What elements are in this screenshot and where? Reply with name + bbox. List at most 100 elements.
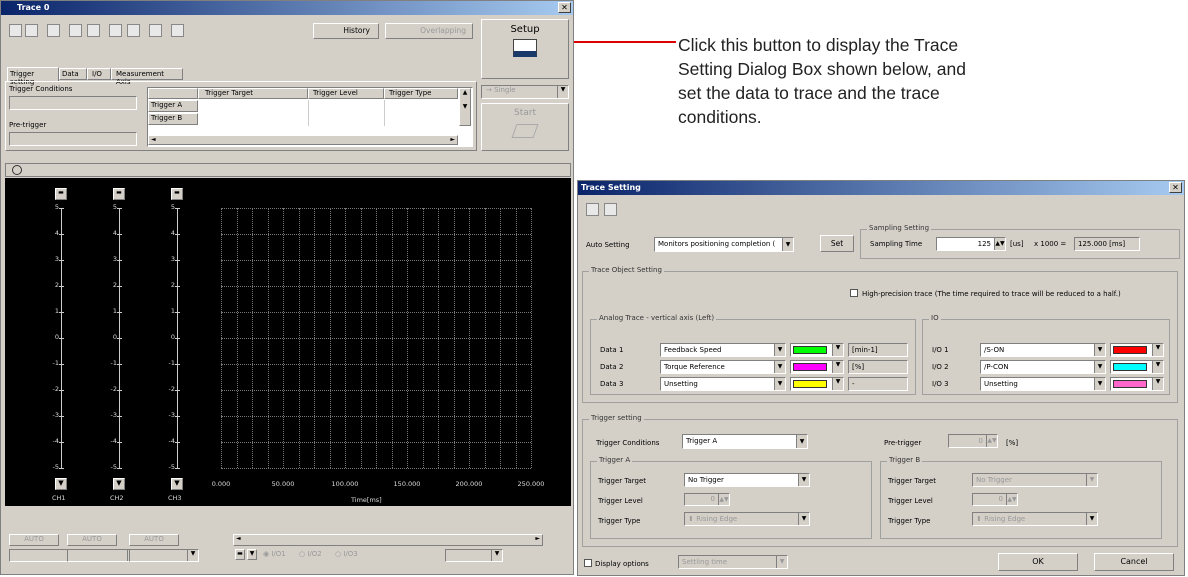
sampling-unit: [us] bbox=[1010, 240, 1024, 248]
table-vscroll[interactable]: ▲ ▼ bbox=[459, 88, 471, 126]
ok-button[interactable]: OK bbox=[998, 553, 1078, 571]
ch2-down-button[interactable]: ▼ bbox=[113, 478, 125, 490]
trigger-b-type-dropdown[interactable]: ⬆ Rising Edge ▼ bbox=[972, 512, 1098, 526]
undo-icon[interactable] bbox=[69, 24, 82, 37]
tab-trigger-setting[interactable]: Trigger setting bbox=[7, 67, 59, 86]
fit-icon[interactable] bbox=[87, 24, 100, 37]
sampling-multiplier: x 1000 = bbox=[1034, 240, 1067, 248]
y-tick-label: -5 bbox=[52, 463, 59, 471]
ch1-down-button[interactable]: ▼ bbox=[55, 478, 67, 490]
callout-line bbox=[560, 41, 676, 43]
io-select-dropdown[interactable]: ▼ bbox=[445, 549, 503, 562]
table-row-trigger-a: Trigger A bbox=[148, 100, 198, 112]
trigger-conditions-dropdown[interactable]: Trigger A ▼ bbox=[682, 434, 808, 449]
auto-setting-dropdown[interactable]: Monitors positioning completion (▼ bbox=[654, 237, 794, 252]
trigger-a-level-label: Trigger Level bbox=[598, 497, 643, 505]
data-signal-dropdown[interactable]: Torque Reference ▼ bbox=[660, 360, 786, 374]
y-tick-mark bbox=[59, 364, 64, 365]
setup-button[interactable]: Setup bbox=[481, 19, 569, 79]
ch1-up-button[interactable]: ▬ bbox=[55, 188, 67, 200]
print-icon[interactable] bbox=[47, 24, 60, 37]
tab-data[interactable]: Data bbox=[59, 68, 87, 80]
io-signal-dropdown[interactable]: Unsetting ▼ bbox=[980, 377, 1106, 391]
grid-line-v bbox=[236, 208, 238, 468]
ch3-auto-button[interactable]: AUTO bbox=[129, 534, 179, 546]
y-tick-label: 0 bbox=[170, 333, 175, 341]
dialog-close-icon[interactable]: ✕ bbox=[1169, 182, 1182, 193]
overlapping-button[interactable]: Overlapping bbox=[385, 23, 473, 39]
ch3-scale-dropdown[interactable]: ▼ bbox=[129, 549, 199, 562]
trigger-a-type-dropdown[interactable]: ⬆ Rising Edge ▼ bbox=[684, 512, 810, 526]
measure-icon[interactable] bbox=[149, 24, 162, 37]
y-tick-mark bbox=[59, 260, 64, 261]
grid-line-v bbox=[283, 208, 284, 468]
table-hscroll[interactable]: ◄ ► bbox=[148, 135, 458, 145]
close-icon[interactable]: ✕ bbox=[558, 2, 571, 13]
y-tick-mark bbox=[175, 364, 180, 365]
data-signal-dropdown[interactable]: Unsetting ▼ bbox=[660, 377, 786, 391]
y-tick-mark bbox=[117, 416, 122, 417]
tab-io[interactable]: I/O bbox=[87, 68, 111, 80]
io-color-picker[interactable]: ▼ bbox=[1110, 343, 1164, 357]
data-row-label: Data 1 bbox=[600, 346, 624, 354]
grid-line-v bbox=[267, 208, 269, 468]
io-signal-dropdown[interactable]: /S-ON ▼ bbox=[980, 343, 1106, 357]
time-hscroll[interactable]: ◄ ► bbox=[233, 534, 543, 546]
data-color-picker[interactable]: ▼ bbox=[790, 377, 844, 391]
zoom-in-icon[interactable] bbox=[109, 24, 122, 37]
io2-radio[interactable]: ○ I/O2 bbox=[299, 550, 322, 558]
data-signal-dropdown[interactable]: Feedback Speed ▼ bbox=[660, 343, 786, 357]
dialog-open-icon[interactable] bbox=[586, 203, 599, 216]
data-color-picker[interactable]: ▼ bbox=[790, 360, 844, 374]
scroll-step-button[interactable]: ▼ bbox=[247, 549, 257, 560]
grid-line-v bbox=[407, 208, 408, 468]
y-tick-label: 2 bbox=[170, 281, 175, 289]
ch3-down-button[interactable]: ▼ bbox=[171, 478, 183, 490]
grid-line-v bbox=[329, 208, 331, 468]
y-tick-mark bbox=[117, 468, 122, 469]
ch2-auto-button[interactable]: AUTO bbox=[67, 534, 117, 546]
io1-radio[interactable]: ◉ I/O1 bbox=[263, 550, 286, 558]
pretrigger-input[interactable]: 0 ▲▼ bbox=[948, 434, 998, 448]
trigger-a-level-input[interactable]: 0 ▲▼ bbox=[684, 493, 730, 506]
io-signal-dropdown[interactable]: /P-CON ▼ bbox=[980, 360, 1106, 374]
grid-line-v bbox=[422, 208, 424, 468]
scroll-down-button[interactable]: ▬ bbox=[235, 549, 245, 560]
tab-measurement-axis[interactable]: Measurement Axis bbox=[111, 68, 183, 86]
data-color-picker[interactable]: ▼ bbox=[790, 343, 844, 357]
ch1-auto-button[interactable]: AUTO bbox=[9, 534, 59, 546]
sampling-time-input[interactable]: 125 ▲▼ bbox=[936, 237, 1006, 251]
start-button[interactable]: Start bbox=[481, 103, 569, 151]
y-tick-mark bbox=[59, 390, 64, 391]
grid-line-v bbox=[298, 208, 300, 468]
ch2-up-button[interactable]: ▬ bbox=[113, 188, 125, 200]
high-precision-checkbox[interactable]: High-precision trace (The time required … bbox=[850, 289, 1121, 298]
display-options-checkbox[interactable]: Display options bbox=[584, 559, 649, 568]
display-options-dropdown[interactable]: Settling time ▼ bbox=[678, 555, 788, 569]
io-color-picker[interactable]: ▼ bbox=[1110, 360, 1164, 374]
y-tick-mark bbox=[59, 312, 64, 313]
rising-edge-icon: ⬆ bbox=[976, 515, 985, 523]
plot-area: ▬ ▼ CH1 5 4 3 2 1 0 -1 -2 -3 -4 -5 ▬ ▼ CH2 5 4 3 2 1 0 -1 -2 -3 -4… bbox=[5, 178, 571, 506]
trigger-b-target-dropdown[interactable]: No Trigger ▼ bbox=[972, 473, 1098, 487]
trigger-b-level-input[interactable]: 0 ▲▼ bbox=[972, 493, 1018, 506]
cancel-button[interactable]: Cancel bbox=[1094, 553, 1174, 571]
trigger-a-target-dropdown[interactable]: No Trigger ▼ bbox=[684, 473, 810, 487]
open-icon[interactable] bbox=[9, 24, 22, 37]
table-grid-lines bbox=[308, 100, 309, 126]
io-color-picker[interactable]: ▼ bbox=[1110, 377, 1164, 391]
grid-line-v bbox=[484, 208, 486, 468]
x-axis-label: Time[ms] bbox=[351, 496, 382, 504]
set-button[interactable]: Set bbox=[820, 235, 854, 252]
single-dropdown[interactable]: → Single ▼ bbox=[481, 85, 569, 99]
history-button[interactable]: History bbox=[313, 23, 379, 39]
save-icon[interactable] bbox=[25, 24, 38, 37]
ch3-up-button[interactable]: ▬ bbox=[171, 188, 183, 200]
y-tick-mark bbox=[59, 442, 64, 443]
y-tick-label: -2 bbox=[52, 385, 59, 393]
io3-radio[interactable]: ○ I/O3 bbox=[335, 550, 358, 558]
dialog-save-icon[interactable] bbox=[604, 203, 617, 216]
zoom-out-icon[interactable] bbox=[127, 24, 140, 37]
settings-icon[interactable] bbox=[171, 24, 184, 37]
data-unit: [min-1] bbox=[848, 343, 908, 357]
